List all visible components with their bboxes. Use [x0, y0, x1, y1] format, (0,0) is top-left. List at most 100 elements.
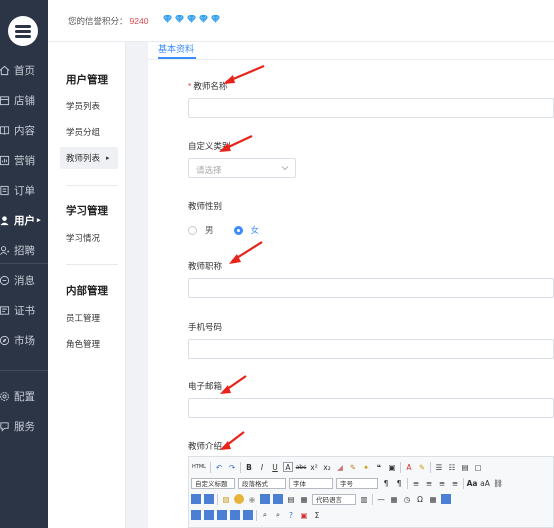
category-select[interactable]: 请选择 — [188, 158, 296, 178]
help-icon[interactable]: ? — [286, 510, 296, 520]
custom-title-select[interactable]: 自定义标题 — [191, 477, 235, 489]
unordered-list-icon[interactable]: ☷ — [447, 462, 457, 472]
video-icon[interactable]: ◉ — [247, 494, 257, 504]
paragraph-format-select[interactable]: 段落格式 — [238, 477, 286, 489]
ordered-list-icon[interactable]: ☰ — [434, 462, 444, 472]
align-right-icon[interactable]: ≡ — [437, 478, 447, 488]
nav-item-messages[interactable]: 消息 — [0, 266, 48, 294]
align-left-icon[interactable]: ≡ — [411, 478, 421, 488]
align-center-icon[interactable]: ≡ — [424, 478, 434, 488]
find-replace-icon[interactable]: ⌕ — [273, 510, 283, 520]
editor-toolbar-row-2: 自定义标题 段落格式 字体 字号 ¶ ¶ ≡ ≡ ≡ ≡ Aa aA ⛓ — [191, 476, 503, 490]
nav-item-certificates[interactable]: 证书 — [0, 296, 48, 324]
code-icon[interactable]: ▥ — [359, 494, 369, 504]
orders-icon — [0, 184, 10, 196]
search-icon[interactable]: ⌕ — [260, 510, 270, 520]
template-icon[interactable] — [441, 494, 451, 504]
format-brush-icon[interactable]: ✎ — [348, 462, 358, 472]
toolbar-separator — [400, 461, 401, 473]
sigma-icon[interactable]: Σ — [312, 510, 322, 520]
submenu-item-teachers[interactable]: 教师列表 ▸ — [60, 147, 118, 169]
page-break-icon[interactable]: ▦ — [428, 494, 438, 504]
time-icon[interactable]: ◷ — [402, 494, 412, 504]
submenu-item-roles[interactable]: 角色管理 — [60, 333, 118, 355]
insert-col-icon[interactable] — [217, 510, 227, 520]
case-upper-icon[interactable]: Aa — [467, 478, 478, 488]
indent-icon[interactable] — [191, 494, 201, 504]
submenu-item-label: 学员分组 — [66, 127, 101, 137]
gender-radio-male[interactable] — [188, 225, 197, 235]
quote-icon[interactable]: ❝ — [374, 462, 384, 472]
teacher-title-input[interactable] — [188, 278, 554, 298]
phone-input[interactable] — [188, 339, 554, 359]
eraser-icon[interactable]: ◢ — [335, 462, 345, 472]
submenu-item-learning[interactable]: 学习情况 — [60, 227, 118, 249]
strikethrough-icon[interactable]: abc — [296, 462, 307, 472]
link-icon[interactable]: ⛓ — [493, 478, 503, 488]
nav-item-content[interactable]: 内容 — [0, 116, 48, 144]
nav-item-orders[interactable]: 订单 — [0, 176, 48, 204]
special-char-icon[interactable]: Ω — [415, 494, 425, 504]
clear-doc-icon[interactable]: ▢ — [473, 462, 483, 472]
align-justify-icon[interactable]: ≡ — [450, 478, 460, 488]
insert-row-icon[interactable] — [204, 510, 214, 520]
nav-label: 店铺 — [14, 94, 35, 107]
emoji-icon[interactable] — [234, 494, 244, 504]
date-icon[interactable]: ▦ — [389, 494, 399, 504]
email-input[interactable] — [188, 398, 554, 418]
nav-item-settings[interactable]: 配置 — [0, 382, 48, 410]
nav-item-market[interactable]: 市场 — [0, 326, 48, 354]
layout-icon[interactable] — [204, 494, 214, 504]
italic-icon[interactable]: I — [257, 462, 267, 472]
font-size-select[interactable]: 字号 — [336, 477, 378, 489]
submenu-item-staff[interactable]: 员工管理 — [60, 307, 118, 329]
merge-cells-icon[interactable] — [230, 510, 240, 520]
upload-image-icon[interactable] — [260, 494, 270, 504]
nav-item-service[interactable]: 服务 — [0, 412, 48, 440]
tab-basic-info[interactable]: 基本资料 — [158, 42, 194, 58]
music-icon[interactable] — [273, 494, 283, 504]
teacher-name-input[interactable] — [188, 98, 554, 118]
nav-item-shop[interactable]: 店铺 — [0, 86, 48, 114]
case-lower-icon[interactable]: aA — [480, 478, 490, 488]
app-logo[interactable] — [8, 16, 38, 46]
credit-value: 9240 — [129, 16, 149, 26]
border-icon[interactable]: A — [283, 462, 293, 472]
nav-item-recruit[interactable]: 招聘 — [0, 236, 48, 264]
highlight-icon[interactable]: ✎ — [417, 462, 427, 472]
font-color-icon[interactable]: A — [404, 462, 414, 472]
subscript-icon[interactable]: x₂ — [322, 462, 332, 472]
map-icon[interactable]: ▦ — [299, 494, 309, 504]
nav-item-users[interactable]: 用户 ▸ — [0, 206, 48, 234]
gender-male-label[interactable]: 男 — [205, 224, 214, 236]
submenu-group-title: 用户管理 — [66, 74, 108, 86]
ltr-icon[interactable]: ¶ — [381, 478, 391, 488]
rtl-icon[interactable]: ¶ — [394, 478, 404, 488]
undo-icon[interactable]: ↶ — [214, 462, 224, 472]
image-icon[interactable]: ▨ — [221, 494, 231, 504]
credit-score: 您的信誉积分： 9240 — [68, 15, 148, 27]
bold-icon[interactable]: B — [244, 462, 254, 472]
select-all-icon[interactable]: ▤ — [460, 462, 470, 472]
preview-icon[interactable]: ▣ — [299, 510, 309, 520]
submenu-item-student-groups[interactable]: 学员分组 — [60, 121, 118, 143]
underline-icon[interactable]: U — [270, 462, 280, 472]
split-cells-icon[interactable] — [243, 510, 253, 520]
paste-plain-icon[interactable]: ▣ — [387, 462, 397, 472]
auto-format-icon[interactable]: ✦ — [361, 462, 371, 472]
table-icon[interactable] — [191, 510, 201, 520]
code-language-select[interactable]: 代码语言 — [312, 493, 356, 505]
rich-text-editor[interactable]: HTML ↶ ↷ B I U A abc x² x₂ ◢ ✎ ✦ ❝ ▣ A ✎ — [188, 456, 554, 528]
horizontal-rule-icon[interactable]: — — [376, 494, 386, 504]
html-source-button[interactable]: HTML — [191, 462, 207, 472]
font-family-select[interactable]: 字体 — [289, 477, 333, 489]
nav-item-home[interactable]: 首页 — [0, 56, 48, 84]
gender-female-label[interactable]: 女 — [251, 224, 260, 236]
gender-radio-female[interactable] — [233, 225, 243, 235]
attachment-icon[interactable]: ▤ — [286, 494, 296, 504]
nav-item-marketing[interactable]: 营销 — [0, 146, 48, 174]
redo-icon[interactable]: ↷ — [227, 462, 237, 472]
compass-icon — [0, 334, 10, 346]
submenu-item-students[interactable]: 学员列表 — [60, 95, 118, 117]
superscript-icon[interactable]: x² — [309, 462, 319, 472]
